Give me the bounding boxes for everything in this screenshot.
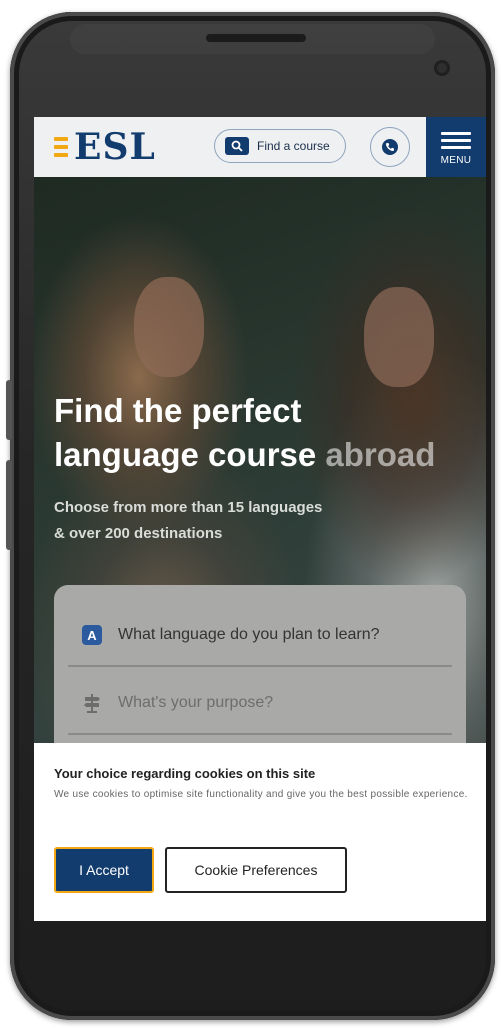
hero-subtitle: Choose from more than 15 languages & ove… — [54, 495, 394, 547]
hero-subtitle-line1: Choose from more than 15 languages — [54, 499, 323, 516]
phone-screen: ESL Find a course MENU Find the perfect … — [34, 117, 486, 921]
language-select[interactable]: A What language do you plan to learn? — [68, 605, 452, 667]
hero-subtitle-line2: & over 200 destinations — [54, 525, 223, 542]
hero-title: Find the perfect language course abroad — [54, 389, 474, 477]
cookie-description: We use cookies to optimise site function… — [54, 789, 468, 800]
menu-button[interactable]: MENU — [426, 117, 486, 177]
hero-title-line2-end: abroad — [325, 436, 436, 473]
power-button — [6, 460, 12, 550]
purpose-select-label: What's your purpose? — [118, 694, 274, 711]
purpose-select[interactable]: What's your purpose? — [68, 673, 452, 735]
hero-title-line1: Find the perfect — [54, 392, 302, 429]
cookie-title: Your choice regarding cookies on this si… — [54, 766, 316, 781]
menu-label: MENU — [440, 155, 472, 166]
cookie-preferences-button[interactable]: Cookie Preferences — [165, 847, 347, 893]
speaker-grille — [206, 34, 306, 42]
search-camera-icon — [225, 137, 249, 155]
hero-photo-person-left — [134, 277, 204, 377]
hamburger-icon — [441, 128, 471, 153]
esl-logo[interactable]: ESL — [54, 129, 156, 165]
front-camera — [434, 60, 450, 76]
site-header: ESL Find a course MENU — [34, 117, 486, 177]
language-icon-letter: A — [82, 625, 102, 645]
phone-icon — [382, 139, 398, 155]
language-select-label: What language do you plan to learn? — [118, 626, 380, 643]
hero-title-line2: language course abroad — [54, 433, 474, 477]
logo-text: ESL — [74, 126, 156, 168]
accept-cookies-button[interactable]: I Accept — [54, 847, 154, 893]
hero-title-line2-main: language course — [54, 436, 326, 473]
logo-bars-icon — [54, 137, 68, 157]
find-course-label: Find a course — [257, 139, 330, 153]
find-course-button[interactable]: Find a course — [214, 129, 346, 163]
hero-photo-person-right — [364, 287, 434, 387]
cookie-banner: Your choice regarding cookies on this si… — [34, 743, 486, 921]
signpost-icon — [80, 691, 104, 715]
call-button[interactable] — [370, 127, 410, 167]
language-icon: A — [80, 623, 104, 647]
volume-button — [6, 380, 12, 440]
